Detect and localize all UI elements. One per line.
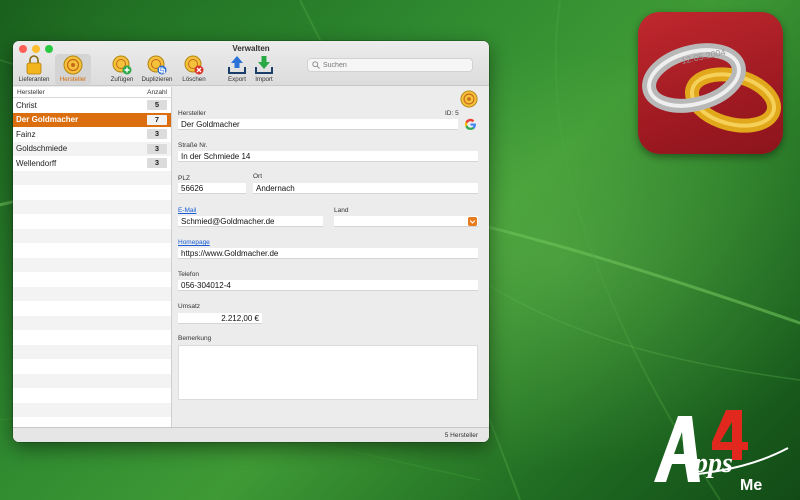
list-item-name: Christ	[16, 100, 37, 110]
empty-row	[13, 272, 171, 287]
plz-field[interactable]: 56626	[178, 183, 246, 194]
column-header-anzahl[interactable]: Anzahl	[147, 89, 167, 96]
empty-row	[13, 315, 171, 330]
import-label: Import	[255, 76, 273, 83]
list-item-name: Fainz	[16, 129, 36, 139]
search-field[interactable]	[307, 58, 473, 72]
list-item[interactable]: Wellendorff 3	[13, 156, 171, 171]
apps4me-logo: pps Me	[648, 408, 794, 494]
hersteller-list: Hersteller Anzahl Christ 5 Der Goldmache…	[13, 87, 172, 427]
toolbar: Lieferanten Hersteller Zufügen Duplizier…	[13, 54, 489, 86]
status-bar: 5 Hersteller	[13, 427, 489, 442]
umsatz-field[interactable]: 2.212,00 €	[178, 313, 262, 324]
hersteller-label: Hersteller	[59, 76, 87, 83]
hersteller-coin-icon	[460, 90, 478, 108]
id-label: ID: 5	[445, 110, 459, 117]
loeschen-label: Löschen	[182, 76, 206, 83]
homepage-field[interactable]: https://www.Goldmacher.de	[178, 248, 478, 259]
list-item-name: Der Goldmacher	[16, 115, 79, 125]
telefon-label: Telefon	[178, 271, 199, 278]
zufuegen-label: Zufügen	[110, 76, 134, 83]
list-item[interactable]: Christ 5	[13, 98, 171, 113]
list-item-count: 3	[147, 129, 167, 140]
empty-row	[13, 257, 171, 272]
popup-arrow-icon[interactable]	[468, 217, 477, 226]
app-icon-rings: 12.05.2004	[638, 12, 783, 154]
loeschen-button[interactable]: Löschen	[176, 54, 212, 85]
umsatz-label: Umsatz	[178, 303, 201, 310]
search-input[interactable]	[323, 61, 463, 69]
lieferanten-label: Lieferanten	[18, 76, 50, 83]
ort-field[interactable]: Andernach	[253, 183, 478, 194]
list-item[interactable]: Fainz 3	[13, 127, 171, 142]
main-window: Verwalten Lieferanten Hersteller Zufügen…	[13, 41, 489, 442]
empty-row	[13, 373, 171, 388]
export-label: Export	[228, 76, 246, 83]
empty-row	[13, 388, 171, 403]
strasse-label: Straße Nr.	[178, 142, 208, 149]
empty-row	[13, 185, 171, 200]
empty-row	[13, 243, 171, 258]
empty-row	[13, 402, 171, 417]
detail-pane: Hersteller ID: 5 Der Goldmacher Straße N…	[173, 87, 489, 427]
empty-row	[13, 286, 171, 301]
list-item[interactable]: Der Goldmacher 7	[13, 112, 171, 127]
bemerkung-label: Bemerkung	[178, 335, 212, 342]
export-icon	[228, 56, 246, 74]
lieferanten-button[interactable]: Lieferanten	[16, 54, 52, 85]
duplicate-icon	[147, 55, 167, 75]
duplizieren-button[interactable]: Duplizieren	[139, 54, 175, 85]
add-icon	[112, 55, 132, 75]
duplizieren-label: Duplizieren	[141, 76, 173, 83]
gold-coin-icon	[63, 55, 83, 75]
list-item-count: 7	[147, 114, 167, 125]
import-icon	[255, 56, 273, 74]
svg-text:Me: Me	[740, 477, 762, 494]
land-select[interactable]	[334, 216, 478, 227]
empty-row	[13, 359, 171, 374]
strasse-field[interactable]: In der Schmiede 14	[178, 151, 478, 162]
list-item-name: Wellendorff	[16, 158, 57, 168]
column-header-hersteller[interactable]: Hersteller	[17, 89, 45, 96]
telefon-field[interactable]: 056-304012-4	[178, 280, 478, 291]
wedding-rings-icon: 12.05.2004	[642, 43, 782, 133]
plz-label: PLZ	[178, 175, 190, 182]
hersteller-label: Hersteller	[178, 110, 206, 117]
ort-label: Ort	[253, 173, 263, 180]
list-rows: Christ 5 Der Goldmacher 7 Fainz 3 Goldsc…	[13, 98, 171, 432]
zufuegen-button[interactable]: Zufügen	[104, 54, 140, 85]
email-link[interactable]: E-Mail	[178, 207, 196, 214]
hersteller-button[interactable]: Hersteller	[55, 54, 91, 85]
empty-row	[13, 199, 171, 214]
google-icon[interactable]	[464, 118, 477, 131]
list-item-name: Goldschmiede	[16, 144, 68, 154]
import-button[interactable]: Import	[246, 54, 282, 85]
list-item-count: 3	[147, 143, 167, 154]
window-title: Verwalten	[232, 44, 270, 53]
title-bar: Verwalten Lieferanten Hersteller Zufügen…	[13, 41, 489, 86]
empty-row	[13, 228, 171, 243]
apps4me-logo-graphic: pps Me	[654, 410, 789, 494]
search-icon	[312, 61, 320, 69]
empty-row	[13, 344, 171, 359]
empty-row	[13, 330, 171, 345]
bemerkung-textarea[interactable]	[178, 345, 478, 400]
list-header: Hersteller Anzahl	[13, 87, 171, 98]
list-item[interactable]: Goldschmiede 3	[13, 141, 171, 156]
land-label: Land	[334, 207, 349, 214]
homepage-link[interactable]: Homepage	[178, 239, 210, 246]
list-item-count: 5	[147, 100, 167, 111]
empty-row	[13, 214, 171, 229]
list-item-count: 3	[147, 158, 167, 169]
empty-row	[13, 170, 171, 185]
delete-icon	[184, 55, 204, 75]
email-field[interactable]: Schmied@Goldmacher.de	[178, 216, 323, 227]
hersteller-field[interactable]: Der Goldmacher	[178, 119, 458, 130]
lock-bag-icon	[26, 55, 42, 75]
empty-row	[13, 301, 171, 316]
